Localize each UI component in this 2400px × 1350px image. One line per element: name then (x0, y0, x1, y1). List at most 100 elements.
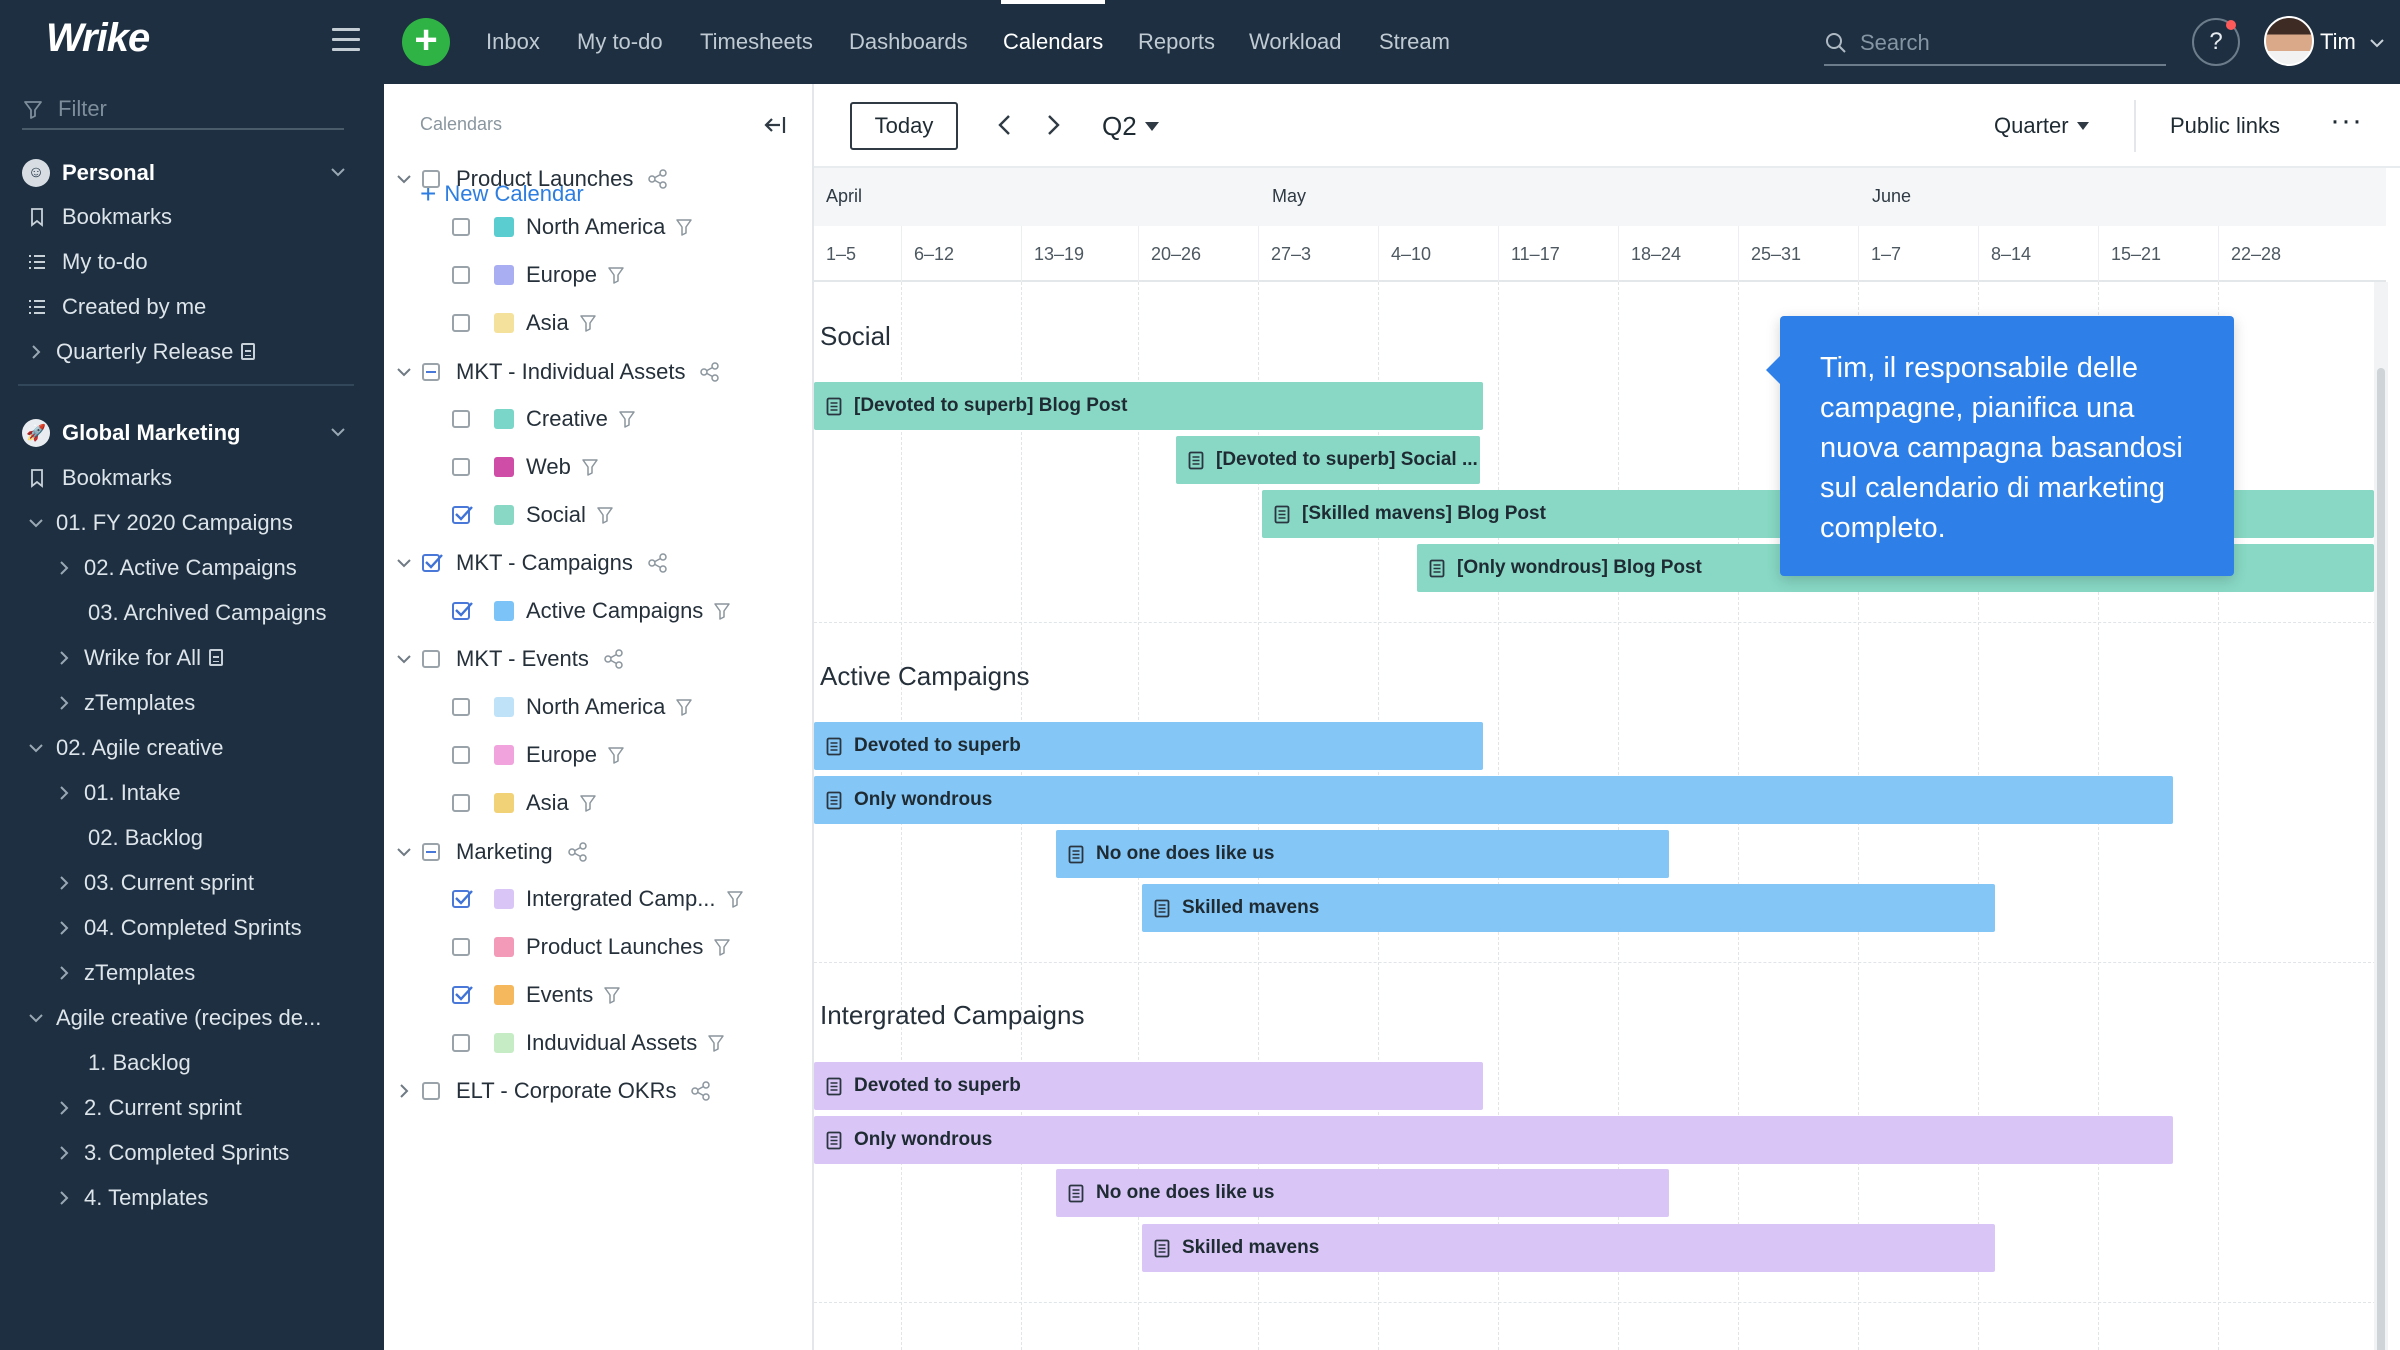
filter-icon[interactable] (607, 265, 625, 285)
search-input[interactable] (1860, 30, 2150, 56)
share-icon[interactable] (647, 552, 669, 574)
chevron-down-icon[interactable] (328, 162, 348, 182)
checkbox[interactable] (452, 746, 470, 764)
filter-icon[interactable] (713, 601, 731, 621)
sidebar-item-current-sprint[interactable]: 2. Current sprint (0, 1085, 384, 1130)
chevron-down-icon[interactable] (26, 1008, 46, 1028)
vertical-scrollbar[interactable] (2374, 282, 2388, 1350)
sidebar-item-created-by-me[interactable]: Created by me (0, 284, 384, 329)
chevron-down-icon[interactable] (394, 649, 414, 669)
cal-mkt-campaigns[interactable]: MKT - Campaigns (384, 540, 814, 586)
checkbox[interactable] (452, 986, 473, 1004)
chevron-right-icon[interactable] (54, 558, 74, 578)
cal-marketing[interactable]: Marketing (384, 829, 814, 875)
filter-icon[interactable] (596, 505, 614, 525)
filter-icon[interactable] (713, 937, 731, 957)
cal-intergrated-campaigns[interactable]: Intergrated Camp... (384, 876, 814, 922)
chevron-down-icon[interactable] (2368, 34, 2386, 52)
chevron-right-icon[interactable] (1038, 110, 1068, 140)
chevron-right-icon[interactable] (54, 918, 74, 938)
checkbox[interactable] (422, 843, 440, 861)
sidebar-item-templates[interactable]: 4. Templates (0, 1175, 384, 1220)
cal-active-campaigns[interactable]: Active Campaigns (384, 588, 814, 634)
nav-dashboards[interactable]: Dashboards (849, 0, 968, 84)
cal-north-america[interactable]: North America (384, 204, 814, 250)
wrike-logo[interactable]: Wrike (46, 16, 150, 61)
checkbox[interactable] (452, 314, 470, 332)
task-bar[interactable]: Devoted to superb (814, 1062, 1483, 1110)
checkbox[interactable] (422, 170, 440, 188)
cal-social[interactable]: Social (384, 492, 814, 538)
cal-europe[interactable]: Europe (384, 732, 814, 778)
sidebar-item-intake[interactable]: 01. Intake (0, 770, 384, 815)
task-bar[interactable]: Only wondrous (814, 1116, 2173, 1164)
sidebar-item-bookmarks[interactable]: Bookmarks (0, 455, 384, 500)
checkbox[interactable] (452, 794, 470, 812)
chevron-down-icon[interactable] (394, 169, 414, 189)
chevron-down-icon[interactable] (26, 513, 46, 533)
checkbox[interactable] (452, 890, 473, 908)
cal-europe[interactable]: Europe (384, 252, 814, 298)
filter-icon[interactable] (579, 793, 597, 813)
task-bar[interactable]: Skilled mavens (1142, 884, 1995, 932)
filter-input[interactable] (58, 96, 318, 122)
checkbox[interactable] (422, 1082, 440, 1100)
chevron-right-icon[interactable] (394, 1081, 414, 1101)
sidebar-item-completed-sprints[interactable]: 3. Completed Sprints (0, 1130, 384, 1175)
cal-induvidual-assets[interactable]: Induvidual Assets (384, 1020, 814, 1066)
avatar[interactable] (2264, 16, 2314, 66)
chevron-down-icon[interactable] (328, 422, 348, 442)
checkbox[interactable] (452, 698, 470, 716)
checkbox[interactable] (452, 602, 473, 620)
sidebar-item-agile-creative[interactable]: 02. Agile creative (0, 725, 384, 770)
filter-icon[interactable] (603, 985, 621, 1005)
filter-icon[interactable] (618, 409, 636, 429)
nav-inbox[interactable]: Inbox (486, 0, 540, 84)
space-personal[interactable]: ☺ Personal (0, 150, 384, 195)
nav-calendars[interactable]: Calendars (1000, 0, 1106, 84)
sidebar-item-quarterly-release[interactable]: Quarterly Release (0, 329, 384, 374)
cal-product-launches[interactable]: Product Launches (384, 924, 814, 970)
chevron-right-icon[interactable] (54, 783, 74, 803)
filter-icon[interactable] (707, 1033, 725, 1053)
checkbox[interactable] (452, 410, 470, 428)
today-button[interactable]: Today (850, 102, 958, 150)
filter-icon[interactable] (675, 697, 693, 717)
cal-events[interactable]: Events (384, 972, 814, 1018)
sidebar-item-fy2020-campaigns[interactable]: 01. FY 2020 Campaigns (0, 500, 384, 545)
sidebar-item-completed-sprints[interactable]: 04. Completed Sprints (0, 905, 384, 950)
share-icon[interactable] (567, 841, 589, 863)
cal-product-launches[interactable]: Product Launches (384, 156, 814, 202)
chevron-right-icon[interactable] (54, 1098, 74, 1118)
sidebar-item-current-sprint[interactable]: 03. Current sprint (0, 860, 384, 905)
user-name[interactable]: Tim (2320, 0, 2356, 84)
task-bar[interactable]: Devoted to superb (814, 722, 1483, 770)
menu-icon[interactable] (332, 28, 360, 52)
cal-elt-corporate-okrs[interactable]: ELT - Corporate OKRs (384, 1068, 814, 1114)
chevron-down-icon[interactable] (394, 842, 414, 862)
nav-reports[interactable]: Reports (1138, 0, 1215, 84)
more-options-button[interactable]: ··· (2330, 84, 2363, 158)
task-bar[interactable]: Only wondrous (814, 776, 2173, 824)
task-bar[interactable]: [Devoted to superb] Social ... (1176, 436, 1480, 484)
cal-creative[interactable]: Creative (384, 396, 814, 442)
checkbox[interactable] (422, 650, 440, 668)
chevron-right-icon[interactable] (54, 1188, 74, 1208)
nav-timesheets[interactable]: Timesheets (700, 0, 813, 84)
checkbox[interactable] (452, 938, 470, 956)
filter-icon[interactable] (726, 889, 744, 909)
sidebar-item-backlog[interactable]: 1. Backlog (0, 1040, 384, 1085)
filter-icon[interactable] (581, 457, 599, 477)
chevron-down-icon[interactable] (394, 553, 414, 573)
task-bar[interactable]: No one does like us (1056, 1169, 1669, 1217)
chevron-right-icon[interactable] (54, 693, 74, 713)
sidebar-item-agile-creative-recipes[interactable]: Agile creative (recipes de... (0, 995, 384, 1040)
sidebar-item-archived-campaigns[interactable]: 03. Archived Campaigns (0, 590, 384, 635)
space-global-marketing[interactable]: 🚀 Global Marketing (0, 410, 384, 455)
cal-north-america[interactable]: North America (384, 684, 814, 730)
sidebar-item-ztemplates[interactable]: zTemplates (0, 950, 384, 995)
cal-asia[interactable]: Asia (384, 300, 814, 346)
filter-icon[interactable] (607, 745, 625, 765)
checkbox[interactable] (422, 554, 443, 572)
chevron-right-icon[interactable] (54, 873, 74, 893)
